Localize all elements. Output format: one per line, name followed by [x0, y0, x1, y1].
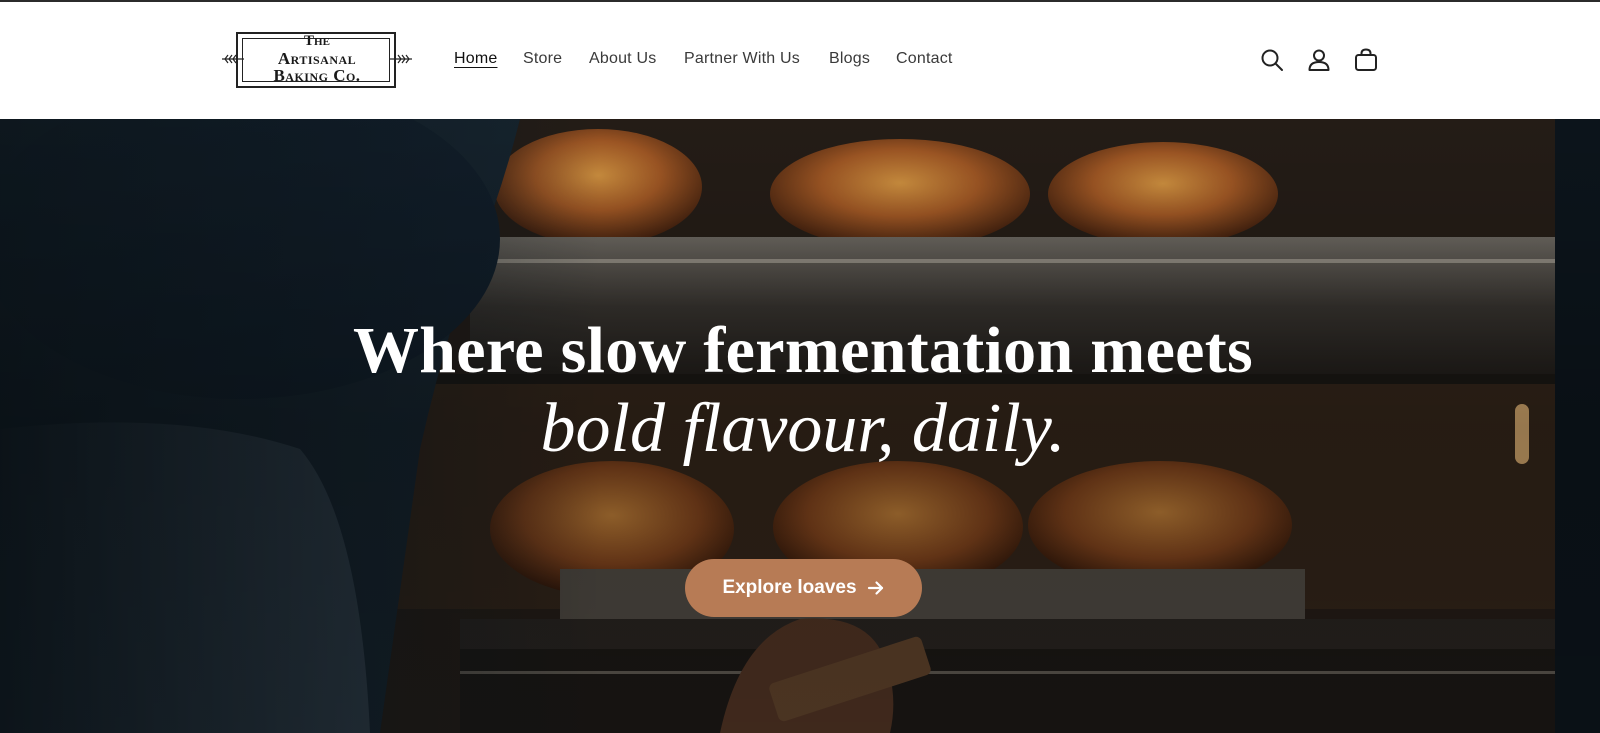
explore-loaves-label: Explore loaves	[722, 577, 857, 598]
nav-blogs[interactable]: Blogs	[829, 50, 870, 68]
nav-partner-with-us[interactable]: Partner With Us	[684, 50, 800, 68]
search-icon[interactable]	[1259, 47, 1285, 73]
hero-banner: Where slow fermentation meets bold flavo…	[0, 119, 1600, 733]
account-icon[interactable]	[1306, 47, 1332, 73]
logo-text-the: The	[304, 33, 330, 49]
hero-headline-line2: bold flavour, daily.	[540, 390, 1066, 467]
nav-contact[interactable]: Contact	[896, 50, 953, 68]
brand-logo[interactable]: The Artisanal Baking Co.	[222, 28, 412, 92]
logo-text-artisanal: Artisanal	[277, 49, 357, 68]
hero-headline-line1: Where slow fermentation meets	[352, 314, 1254, 387]
explore-loaves-button[interactable]: Explore loaves	[685, 559, 922, 617]
arrow-right-icon	[867, 581, 883, 595]
nav-store[interactable]: Store	[523, 50, 562, 68]
site-header: The Artisanal Baking Co. Home Store Abou…	[0, 2, 1600, 119]
cart-icon[interactable]	[1353, 47, 1379, 73]
nav-about-us[interactable]: About Us	[589, 50, 656, 68]
nav-home[interactable]: Home	[454, 50, 497, 68]
logo-text-baking-co: Baking Co.	[273, 66, 361, 85]
